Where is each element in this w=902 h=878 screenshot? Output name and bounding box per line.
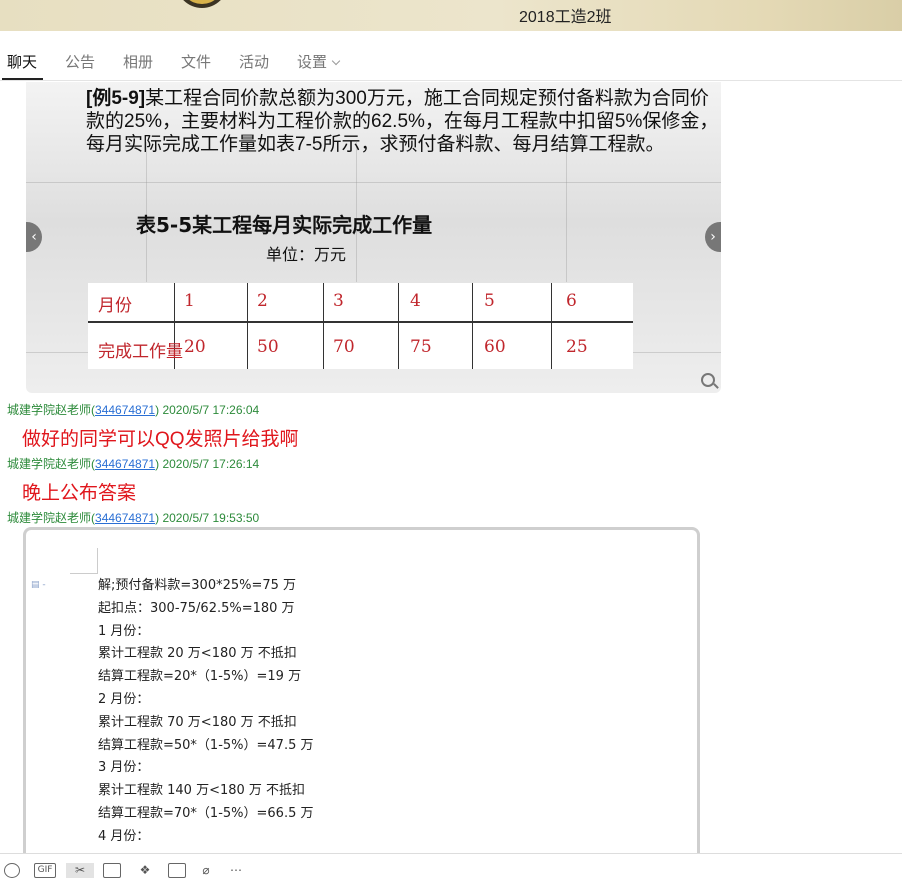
table-title: 表5-5某工程每月实际完成工作量 [136, 213, 433, 237]
answer-line: 结算工程款=50*（1-5%）=47.5 万 [98, 737, 314, 753]
group-title: 2018工造2班 [519, 9, 612, 26]
sender-qq-link[interactable]: 344674871 [95, 457, 155, 471]
sender-qq-link[interactable]: 344674871 [95, 511, 155, 525]
answer-line: 2 月份： [98, 691, 150, 707]
message-time: 2020/5/7 19:53:50 [162, 511, 260, 525]
zoom-icon[interactable] [701, 373, 715, 387]
problem-text: 某工程合同价款总额为300万元，施工合同规定预付备料款为合同价款的25%，主要材… [86, 88, 719, 155]
table-cell: 75 [410, 337, 432, 357]
workload-table: 月份 1 2 3 4 5 6 完成工作量 20 50 70 75 60 25 [88, 283, 633, 369]
sender-name[interactable]: 城建学院赵老师 [7, 511, 91, 525]
answer-line: 起扣点：300-75/62.5%=180 万 [98, 600, 295, 616]
answer-line: 3 月份： [98, 760, 150, 776]
active-tab-indicator [2, 78, 43, 80]
tab-bar: 聊天 公告 相册 文件 活动 设置 [0, 31, 902, 81]
answer-document-image[interactable]: ▤ - 解;预付备料款=300*25%=75 万 起扣点：300-75/62.5… [23, 527, 700, 853]
message-area[interactable]: [例5-9]某工程合同价款总额为300万元，施工合同规定预付备料款为合同价款的2… [0, 82, 902, 853]
message-meta: 城建学院赵老师(344674871) 2020/5/7 17:26:04 [7, 403, 260, 417]
table-cell: 2 [257, 291, 268, 311]
message-meta: 城建学院赵老师(344674871) 2020/5/7 19:53:50 [7, 511, 260, 525]
answer-line: 累计工程款 140 万<180 万 不抵扣 [98, 783, 306, 799]
message-time: 2020/5/7 17:26:14 [162, 457, 260, 471]
message-time: 2020/5/7 17:26:04 [162, 403, 260, 417]
table-unit: 单位：万元 [266, 245, 347, 264]
table-cell: 20 [184, 337, 206, 357]
table-cell: 完成工作量 [98, 342, 183, 362]
answer-line: 累计工程款 20 万<180 万 不抵扣 [98, 646, 297, 662]
table-cell: 6 [566, 291, 577, 311]
message-text: 做好的同学可以QQ发照片给我啊 [22, 429, 299, 450]
next-image-button[interactable]: › [705, 222, 721, 252]
answer-line: 结算工程款=70*（1-5%）=66.5 万 [98, 805, 314, 821]
table-cell: 1 [184, 291, 195, 311]
table-cell: 60 [484, 337, 506, 357]
shake-icon[interactable]: ❖ [137, 863, 153, 878]
tab-activities[interactable]: 活动 [239, 51, 269, 72]
sender-name[interactable]: 城建学院赵老师 [7, 457, 91, 471]
table-cell: 4 [410, 291, 421, 311]
problem-example-label: [例5-9] [86, 88, 146, 109]
voice-off-icon[interactable]: ⌀ [198, 863, 214, 878]
prev-image-button[interactable]: ‹ [26, 222, 42, 252]
group-logo [176, 0, 228, 8]
answer-lines: 解;预付备料款=300*25%=75 万 起扣点：300-75/62.5%=18… [98, 575, 314, 849]
tab-settings[interactable]: 设置 [297, 51, 341, 72]
message-text: 晚上公布答案 [22, 483, 137, 504]
table-cell: 25 [566, 337, 588, 357]
table-cell: 3 [333, 291, 344, 311]
answer-line: 1 月份： [98, 623, 150, 639]
tab-album[interactable]: 相册 [123, 51, 153, 72]
answer-line: 4 月份： [98, 828, 150, 844]
sender-name[interactable]: 城建学院赵老师 [7, 403, 91, 417]
document-icon: ▤ - [31, 580, 46, 590]
sender-qq-link[interactable]: 344674871 [95, 403, 155, 417]
table-cell: 70 [333, 337, 355, 357]
table-cell: 月份 [98, 296, 132, 316]
answer-line: 解;预付备料款=300*25%=75 万 [98, 578, 297, 593]
tab-announcements[interactable]: 公告 [65, 51, 95, 72]
chevron-down-icon [331, 56, 341, 66]
more-icon[interactable]: ⋯ [228, 863, 244, 878]
emoji-icon[interactable] [4, 863, 20, 878]
page-corner-mark [70, 548, 98, 574]
tab-files[interactable]: 文件 [181, 51, 211, 72]
image-message[interactable]: [例5-9]某工程合同价款总额为300万元，施工合同规定预付备料款为合同价款的2… [26, 82, 721, 393]
gif-icon[interactable]: GIF [34, 863, 56, 878]
answer-line: 累计工程款 70 万<180 万 不抵扣 [98, 714, 297, 730]
tab-chat[interactable]: 聊天 [7, 51, 37, 72]
image-icon[interactable] [168, 863, 186, 878]
table-cell: 5 [484, 291, 495, 311]
answer-line: 结算工程款=20*（1-5%）=19 万 [98, 669, 302, 685]
tab-settings-label: 设置 [297, 53, 328, 71]
problem-statement: [例5-9]某工程合同价款总额为300万元，施工合同规定预付备料款为合同价款的2… [86, 87, 721, 156]
table-cell: 50 [257, 337, 279, 357]
input-toolbar: GIF ✂ ❖ ⌀ ⋯ [0, 853, 902, 878]
folder-icon[interactable] [103, 863, 121, 878]
scissors-icon[interactable]: ✂ [66, 863, 94, 878]
message-meta: 城建学院赵老师(344674871) 2020/5/7 17:26:14 [7, 457, 260, 471]
group-header: 2018工造2班 [0, 0, 902, 31]
